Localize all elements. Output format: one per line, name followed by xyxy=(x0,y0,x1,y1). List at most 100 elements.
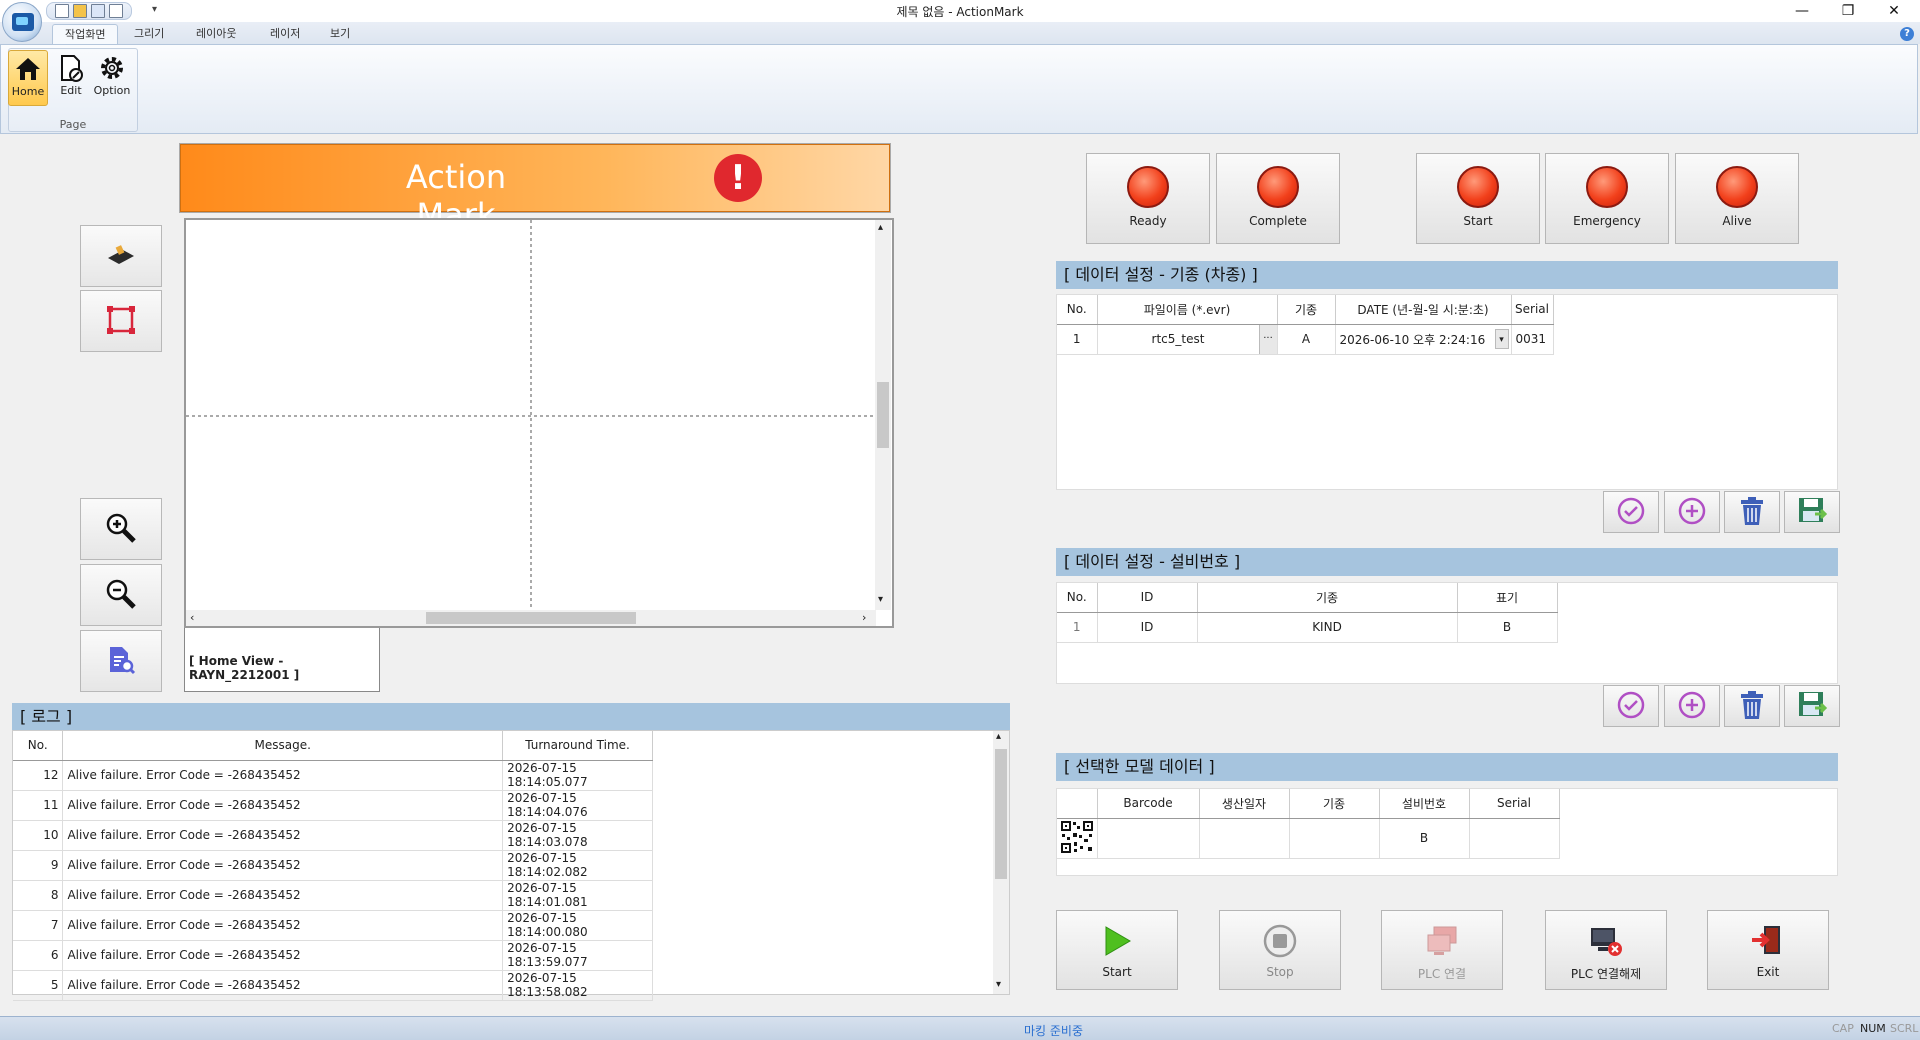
model-add-button[interactable] xyxy=(1664,491,1720,533)
exit-button[interactable]: Exit xyxy=(1707,910,1829,990)
canvas-horizontal-scrollbar[interactable]: ‹ › xyxy=(186,610,876,626)
log-scroll-down-icon[interactable]: ▾ xyxy=(996,979,1001,990)
ready-lamp-indicator xyxy=(1127,166,1169,208)
table-row[interactable]: 8 Alive failure. Error Code = -268435452 2… xyxy=(13,880,653,911)
equip-col-no[interactable]: No. xyxy=(1057,583,1098,613)
model-row-file-cell[interactable]: rtc5_test... xyxy=(1097,324,1278,355)
scroll-down-icon[interactable]: ▾ xyxy=(878,594,883,605)
qat-dropdown-icon[interactable]: ▾ xyxy=(152,4,157,15)
sel-col-barcode[interactable]: Barcode xyxy=(1097,789,1200,819)
select-tool-button[interactable] xyxy=(80,225,162,287)
equip-col-kind[interactable]: 기종 xyxy=(1197,583,1458,613)
save-as-icon[interactable] xyxy=(109,4,123,18)
bounding-box-button[interactable] xyxy=(80,290,162,352)
ready-lamp[interactable]: Ready xyxy=(1086,153,1210,244)
emergency-lamp[interactable]: Emergency xyxy=(1545,153,1669,244)
table-row[interactable]: 9 Alive failure. Error Code = -268435452 2… xyxy=(13,850,653,881)
log-col-time[interactable]: Turnaround Time. xyxy=(502,731,653,761)
tab-layout[interactable]: 레이아웃 xyxy=(184,24,248,44)
stop-icon xyxy=(1220,919,1340,963)
equip-add-button[interactable] xyxy=(1664,685,1720,727)
edit-button[interactable]: Edit xyxy=(51,50,91,106)
file-browse-button[interactable]: ... xyxy=(1258,324,1277,354)
model-col-kind[interactable]: 기종 xyxy=(1277,295,1336,325)
marking-canvas[interactable] xyxy=(184,218,894,628)
equipment-settings-table: No. ID 기종 표기 1 ID KIND B xyxy=(1057,583,1558,643)
canvas-vertical-scrollbar[interactable]: ▴ ▾ xyxy=(875,220,891,610)
log-col-no[interactable]: No. xyxy=(13,731,64,761)
close-button[interactable]: ✕ xyxy=(1872,0,1916,22)
model-confirm-button[interactable] xyxy=(1603,491,1659,533)
sel-col-equip[interactable]: 설비번호 xyxy=(1379,789,1470,819)
model-row-file: rtc5_test xyxy=(1151,332,1205,346)
table-row[interactable]: 10 Alive failure. Error Code = -268435452… xyxy=(13,820,653,851)
tab-workspace[interactable]: 작업화면 xyxy=(52,24,119,44)
model-col-date[interactable]: DATE (년-월-일 시:분:초) xyxy=(1335,295,1512,325)
stop-button[interactable]: Stop xyxy=(1219,910,1341,990)
equip-row-kind[interactable]: KIND xyxy=(1197,612,1458,643)
table-row[interactable]: 6 Alive failure. Error Code = -268435452 2… xyxy=(13,940,653,971)
home-button[interactable]: Home xyxy=(8,50,48,106)
plc-disconnect-button[interactable]: PLC 연결해제 xyxy=(1545,910,1667,990)
sel-col-serial[interactable]: Serial xyxy=(1469,789,1560,819)
save-icon[interactable] xyxy=(91,4,105,18)
scroll-left-icon[interactable]: ‹ xyxy=(190,611,194,624)
stop-button-label: Stop xyxy=(1266,965,1294,979)
tab-draw[interactable]: 그리기 xyxy=(122,24,176,44)
model-col-serial[interactable]: Serial xyxy=(1511,295,1554,325)
equip-col-id[interactable]: ID xyxy=(1097,583,1198,613)
date-dropdown-icon[interactable]: ▾ xyxy=(1494,328,1509,349)
tab-view[interactable]: 보기 xyxy=(318,24,362,44)
model-row-date-cell[interactable]: 2026-06-10 오후 2:24:16 ▾ xyxy=(1335,324,1512,355)
vertical-scroll-thumb[interactable] xyxy=(877,382,889,448)
table-row[interactable]: 1 ID KIND B xyxy=(1057,612,1558,643)
equip-row-id[interactable]: ID xyxy=(1097,612,1198,643)
app-menu-button[interactable] xyxy=(2,2,42,42)
sel-col-kind[interactable]: 기종 xyxy=(1289,789,1380,819)
option-button[interactable]: Option xyxy=(92,50,132,106)
table-row[interactable]: 11 Alive failure. Error Code = -268435452… xyxy=(13,790,653,821)
zoom-in-button[interactable] xyxy=(80,498,162,560)
minimize-button[interactable]: — xyxy=(1780,0,1824,22)
scroll-right-icon[interactable]: › xyxy=(862,611,866,624)
start-button[interactable]: Start xyxy=(1056,910,1178,990)
equip-col-mark[interactable]: 표기 xyxy=(1457,583,1558,613)
log-scrollbar[interactable]: ▴ ▾ xyxy=(993,731,1009,994)
model-delete-button[interactable] xyxy=(1724,491,1780,533)
model-row-serial[interactable]: 0031 xyxy=(1511,324,1554,355)
table-row[interactable]: 12 Alive failure. Error Code = -268435452… xyxy=(13,760,653,791)
table-row[interactable]: B xyxy=(1057,818,1560,859)
table-row[interactable]: 7 Alive failure. Error Code = -268435452 2… xyxy=(13,910,653,941)
tab-laser[interactable]: 레이저 xyxy=(258,24,312,44)
sel-col-date[interactable]: 생산일자 xyxy=(1199,789,1290,819)
log-scroll-up-icon[interactable]: ▴ xyxy=(996,731,1001,742)
new-file-icon[interactable] xyxy=(55,4,69,18)
model-col-no[interactable]: No. xyxy=(1057,295,1098,325)
equip-delete-button[interactable] xyxy=(1724,685,1780,727)
document-search-button[interactable] xyxy=(80,630,162,692)
start-lamp[interactable]: Start xyxy=(1416,153,1540,244)
open-folder-icon[interactable] xyxy=(73,4,87,18)
equip-row-mark[interactable]: B xyxy=(1457,612,1558,643)
equip-confirm-button[interactable] xyxy=(1603,685,1659,727)
zoom-out-button[interactable] xyxy=(80,564,162,626)
log-col-message[interactable]: Message. xyxy=(62,731,504,761)
plc-connect-button[interactable]: PLC 연결 xyxy=(1381,910,1503,990)
equip-save-button[interactable] xyxy=(1784,685,1840,727)
log-row-no: 9 xyxy=(13,850,64,881)
help-icon[interactable]: ? xyxy=(1900,27,1914,41)
plc-disconnect-icon xyxy=(1546,919,1666,963)
sel-col-blank xyxy=(1057,789,1098,819)
model-row-kind[interactable]: A xyxy=(1277,324,1336,355)
model-save-button[interactable] xyxy=(1784,491,1840,533)
horizontal-scroll-thumb[interactable] xyxy=(426,612,636,624)
alive-lamp[interactable]: Alive xyxy=(1675,153,1799,244)
table-row[interactable]: 5 Alive failure. Error Code = -268435452 2… xyxy=(13,970,653,1001)
scroll-up-icon[interactable]: ▴ xyxy=(878,222,883,233)
complete-lamp[interactable]: Complete xyxy=(1216,153,1340,244)
model-col-file[interactable]: 파일이름 (*.evr) xyxy=(1097,295,1278,325)
restore-button[interactable]: ❐ xyxy=(1826,0,1870,22)
home-view-tab[interactable]: [ Home View - RAYN_2212001 ] xyxy=(184,628,380,692)
log-scroll-thumb[interactable] xyxy=(995,749,1007,879)
table-row[interactable]: 1 rtc5_test... A 2026-06-10 오후 2:24:16 ▾ … xyxy=(1057,324,1554,355)
